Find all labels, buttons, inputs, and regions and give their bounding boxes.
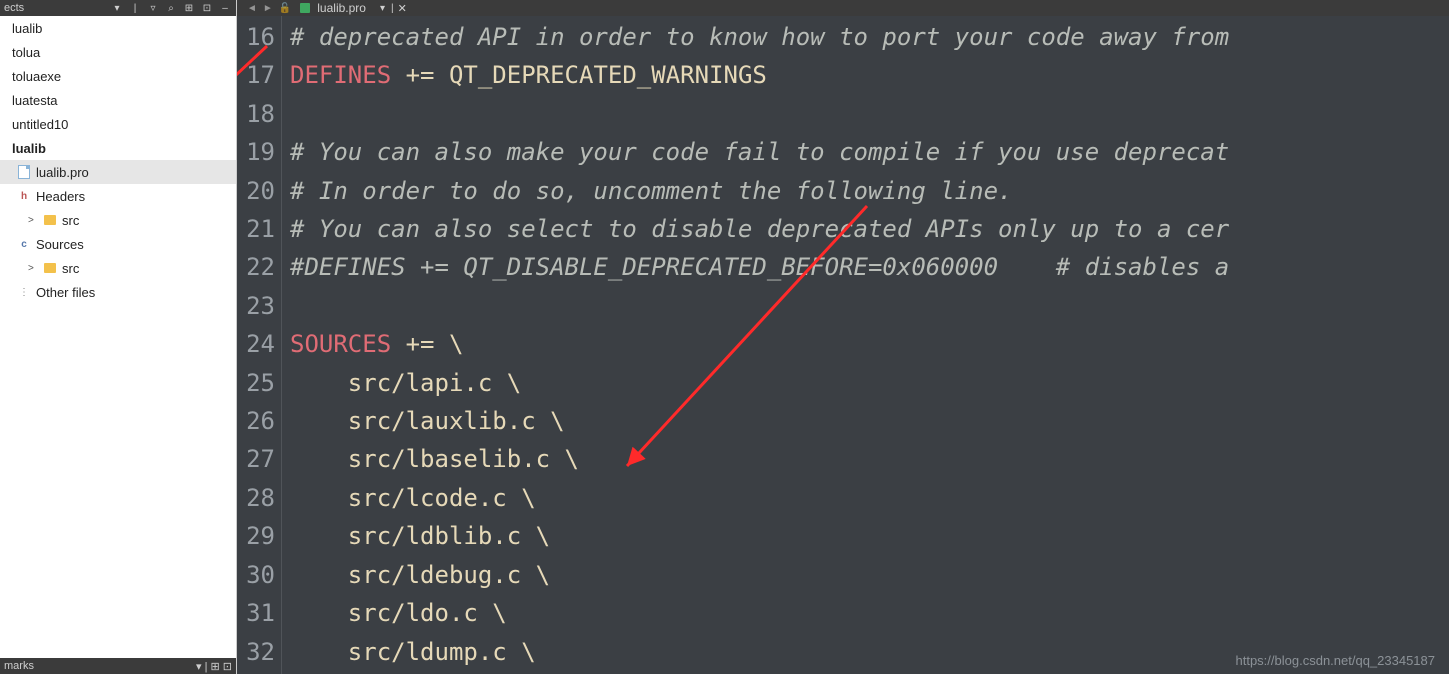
split-icon[interactable]: ⊞	[182, 1, 196, 15]
lock-icon[interactable]: 🔓	[279, 3, 291, 14]
sidebar-top-bar: ects ▾ | ▿ ⌕ ⊞ ⊡ –	[0, 0, 236, 16]
tree-item[interactable]: Other files	[0, 280, 236, 304]
expand-icon[interactable]: ⊡	[200, 1, 214, 15]
tree-item-label: Other files	[36, 285, 95, 300]
tab-close-icon[interactable]: ✕	[394, 2, 411, 15]
split-icon[interactable]: ⊞	[211, 661, 220, 673]
tree-item-label: toluaexe	[12, 69, 61, 84]
line-number-gutter: 16 17 18 19 20 21 22 23 24 25 26 27 28 2…	[237, 16, 282, 674]
sidebar-title: ects	[4, 2, 110, 14]
tree-item[interactable]: Headers	[0, 184, 236, 208]
tree-item[interactable]: lualib.pro	[0, 160, 236, 184]
filter-icon[interactable]: ▿	[146, 1, 160, 15]
tree-item[interactable]: untitled10	[0, 112, 236, 136]
bookmarks-title: marks	[4, 660, 196, 672]
expand-icon[interactable]: ⊡	[223, 661, 232, 673]
tree-item[interactable]: tolua	[0, 40, 236, 64]
tree-item-label: src	[62, 213, 79, 228]
tree-item[interactable]: > src	[0, 256, 236, 280]
chevron-down-icon[interactable]: ▾	[110, 1, 124, 15]
tree-item[interactable]: luatesta	[0, 88, 236, 112]
other-files-icon	[16, 284, 32, 300]
tree-item[interactable]: > src	[0, 208, 236, 232]
chevron-right-icon: >	[28, 215, 40, 226]
sources-icon	[16, 236, 32, 252]
editor-area: ◄ ► 🔓 lualib.pro ▾ | ✕ 16 17 18 19 20 21…	[237, 0, 1449, 674]
tree-item-label: luatesta	[12, 93, 58, 108]
tree-item[interactable]: toluaexe	[0, 64, 236, 88]
divider-icon: |	[128, 1, 142, 15]
editor-tabbar: ◄ ► 🔓 lualib.pro ▾ | ✕	[237, 0, 1449, 16]
project-sidebar: ects ▾ | ▿ ⌕ ⊞ ⊡ – lualibtoluatoluaexelu…	[0, 0, 237, 674]
chevron-down-icon[interactable]: ▾	[196, 661, 202, 673]
code-editor[interactable]: 16 17 18 19 20 21 22 23 24 25 26 27 28 2…	[237, 16, 1449, 674]
project-tree[interactable]: lualib tolua toluaexe luatesta untitled10 lua…	[0, 16, 236, 658]
tree-item-label: tolua	[12, 45, 40, 60]
tree-item-label: lualib.pro	[36, 165, 89, 180]
tree-item-label: lualib	[12, 141, 46, 156]
watermark-text: https://blog.csdn.net/qq_23345187	[1236, 653, 1436, 668]
tree-item-label: lualib	[12, 21, 42, 36]
tree-item[interactable]: Sources	[0, 232, 236, 256]
divider-icon: |	[205, 661, 208, 673]
tree-item[interactable]: lualib	[0, 16, 236, 40]
headers-icon	[16, 188, 32, 204]
tree-item[interactable]: lualib	[0, 136, 236, 160]
editor-tab[interactable]: lualib.pro	[291, 0, 374, 16]
pro-file-icon	[299, 2, 311, 14]
folder-icon	[42, 212, 58, 228]
folder-icon	[42, 260, 58, 276]
chevron-right-icon: >	[28, 263, 40, 274]
tab-label: lualib.pro	[317, 1, 366, 15]
nav-back-icon[interactable]: ◄	[247, 3, 257, 14]
code-content[interactable]: # deprecated API in order to know how to…	[282, 16, 1449, 674]
tree-item-label: untitled10	[12, 117, 68, 132]
tab-dropdown-icon[interactable]: ▾	[374, 3, 391, 14]
tree-item-label: Headers	[36, 189, 85, 204]
tree-item-label: src	[62, 261, 79, 276]
tree-item-label: Sources	[36, 237, 84, 252]
link-icon[interactable]: ⌕	[164, 1, 178, 15]
minimize-icon[interactable]: –	[218, 1, 232, 15]
pro-file-icon	[16, 164, 32, 180]
nav-fwd-icon[interactable]: ►	[263, 3, 273, 14]
sidebar-bottom-bar: marks ▾ | ⊞ ⊡	[0, 658, 236, 674]
